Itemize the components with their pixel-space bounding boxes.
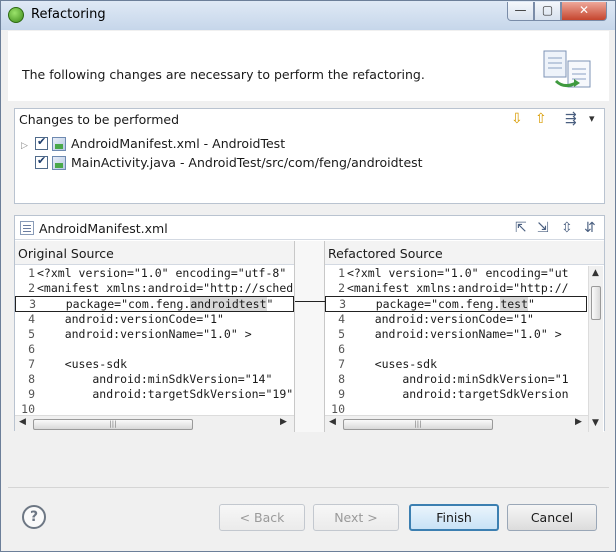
diff-connector	[295, 301, 326, 302]
change-item-mainactivity[interactable]: MainActivity.java - AndroidTest/src/com/…	[21, 154, 423, 173]
previous-change-icon[interactable]: ⇧	[535, 111, 547, 127]
code-line: 7 <uses-sdk	[338, 357, 438, 371]
changed-code-line: 3 package="com.feng.test"	[325, 296, 587, 312]
scroll-left-icon[interactable]: ◀	[19, 417, 26, 427]
code-line: 10	[331, 402, 345, 413]
code-line: 6	[28, 342, 35, 356]
refactored-source-label: Refactored Source	[328, 246, 443, 261]
changes-pane: Changes to be performed ⇩ ⇧ ⇶ ▾ ▷ Android…	[14, 108, 605, 204]
refactored-source-pane[interactable]: Refactored Source 1 <?xml version="1.0" e…	[325, 241, 604, 432]
next-button[interactable]: Next >	[313, 504, 399, 531]
code-line: 4 android:versionCode="1"	[338, 312, 534, 326]
help-button[interactable]: ?	[22, 505, 46, 529]
refactored-source-header: Refactored Source	[325, 241, 604, 265]
compare-title: AndroidManifest.xml	[39, 221, 168, 236]
scroll-left-icon[interactable]: ◀	[329, 417, 336, 427]
previous-difference-icon[interactable]: ⇵	[584, 220, 596, 236]
close-button[interactable]: ✕	[561, 2, 607, 21]
changed-code-line: 3 package="com.feng.androidtest"	[15, 296, 294, 312]
minimize-button[interactable]: —	[507, 2, 534, 21]
compare-header: AndroidManifest.xml ⇱ ⇲ ⇳ ⇵	[15, 216, 604, 240]
scroll-thumb[interactable]: |||	[343, 419, 493, 430]
code-line: 9 android:targetSdkVersion="19"	[28, 387, 294, 401]
eclipse-app-icon	[8, 7, 24, 23]
view-menu-icon[interactable]: ▾	[589, 111, 595, 127]
compare-pane: AndroidManifest.xml ⇱ ⇲ ⇳ ⇵ Original Sou…	[14, 215, 605, 432]
copy-all-icon[interactable]: ⇱	[515, 220, 527, 236]
original-code-editor[interactable]: 1 <?xml version="1.0" encoding="utf-8" 2 <…	[15, 266, 294, 413]
code-line: 2 <manifest xmlns:android="http://sched	[28, 281, 294, 295]
maximize-button[interactable]: ▢	[534, 2, 561, 21]
scroll-thumb[interactable]: |||	[33, 419, 193, 430]
footer-separator	[8, 487, 609, 488]
code-line: 6	[338, 342, 345, 356]
finish-button[interactable]: Finish	[409, 504, 499, 531]
xml-file-icon	[20, 221, 34, 235]
cancel-button[interactable]: Cancel	[507, 504, 597, 531]
wizard-header: The following changes are necessary to p…	[8, 31, 609, 101]
change-item-manifest[interactable]: ▷ AndroidManifest.xml - AndroidTest	[21, 135, 286, 154]
change-item-label: AndroidManifest.xml - AndroidTest	[71, 136, 286, 151]
code-line: 1 <?xml version="1.0" encoding="ut	[338, 266, 569, 280]
code-line: 8 android:minSdkVersion="1	[338, 372, 569, 386]
scroll-thumb[interactable]	[591, 286, 601, 320]
scroll-right-icon[interactable]: ▶	[575, 417, 582, 427]
code-line: 8 android:minSdkVersion="14"	[28, 372, 273, 386]
code-line: 2 <manifest xmlns:android="http://	[338, 281, 569, 295]
file-change-icon	[52, 156, 66, 170]
title-bar[interactable]: Refactoring — ▢ ✕	[1, 1, 615, 30]
filter-changes-icon[interactable]: ⇶	[565, 111, 577, 127]
original-source-header: Original Source	[15, 241, 294, 265]
change-checkbox[interactable]	[35, 154, 48, 169]
code-line: 4 android:versionCode="1"	[28, 312, 224, 326]
original-source-pane[interactable]: Original Source 1 <?xml version="1.0" enc…	[15, 241, 294, 432]
next-difference-icon[interactable]: ⇳	[561, 220, 573, 236]
scroll-right-icon[interactable]: ▶	[280, 417, 287, 427]
diff-gutter	[294, 241, 326, 432]
next-change-icon[interactable]: ⇩	[511, 111, 523, 127]
scroll-up-icon[interactable]: ▲	[592, 268, 599, 278]
expand-arrow-icon[interactable]: ▷	[21, 141, 35, 151]
header-message: The following changes are necessary to p…	[22, 67, 425, 82]
code-line: 7 <uses-sdk	[28, 357, 128, 371]
change-item-label: MainActivity.java - AndroidTest/src/com/…	[71, 155, 423, 170]
original-horizontal-scrollbar[interactable]: ◀ ||| ▶	[15, 415, 294, 432]
copy-change-icon[interactable]: ⇲	[537, 220, 549, 236]
code-line: 5 android:versionName="1.0" >	[338, 327, 562, 341]
scroll-down-icon[interactable]: ▼	[592, 418, 599, 428]
refactoring-wizard-icon	[543, 50, 591, 88]
code-line: 10	[21, 402, 35, 413]
change-checkbox[interactable]	[35, 135, 48, 150]
refactored-code-editor[interactable]: 1 <?xml version="1.0" encoding="ut 2 <mani…	[325, 266, 587, 413]
refactored-vertical-scrollbar[interactable]: ▲ ▼	[588, 266, 603, 432]
file-change-icon	[52, 137, 66, 151]
window-title: Refactoring	[31, 7, 106, 22]
code-line: 5 android:versionName="1.0" >	[28, 327, 252, 341]
code-line: 9 android:targetSdkVersion	[338, 387, 569, 401]
code-line: 1 <?xml version="1.0" encoding="utf-8"	[28, 266, 287, 280]
changes-pane-title: Changes to be performed	[19, 112, 179, 127]
refactoring-dialog: Refactoring — ▢ ✕ The following changes …	[0, 0, 616, 552]
original-source-label: Original Source	[18, 246, 114, 261]
refactored-horizontal-scrollbar[interactable]: ◀ ||| ▶	[325, 415, 589, 432]
back-button[interactable]: < Back	[219, 504, 305, 531]
